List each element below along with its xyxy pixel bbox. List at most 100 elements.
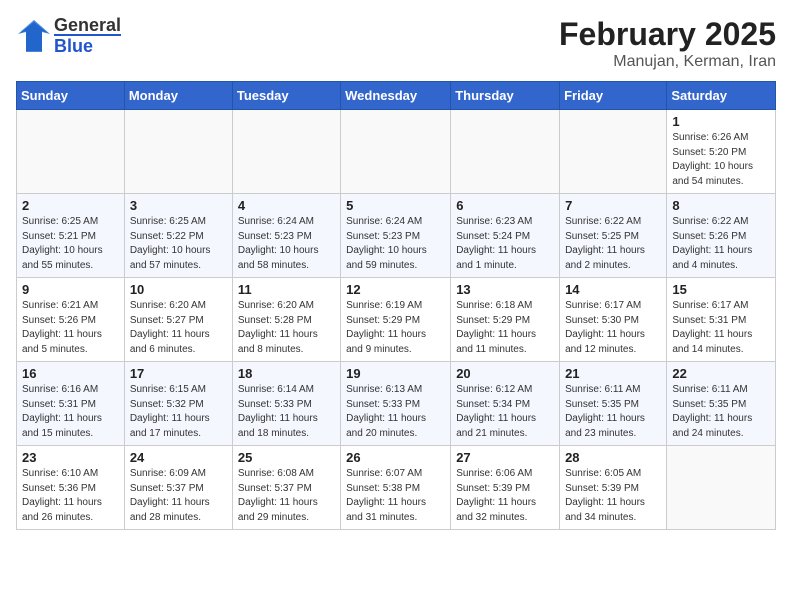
day-number: 14: [565, 282, 661, 297]
calendar-cell: 28Sunrise: 6:05 AM Sunset: 5:39 PM Dayli…: [560, 446, 667, 530]
calendar-cell: 8 Sunrise: 6:22 AM Sunset: 5:26 PM Daylig…: [667, 194, 776, 278]
calendar-cell: 27 Sunrise: 6:06 AM Sunset: 5:39 PM Dayli…: [451, 446, 560, 530]
day-info: Sunrise: 6:11 AM Sunset: 5:35 PM Dayligh…: [672, 384, 752, 439]
calendar-cell: 13Sunrise: 6:18 AM Sunset: 5:29 PM Dayli…: [451, 278, 560, 362]
calendar-cell: [124, 110, 232, 194]
calendar-cell: 4 Sunrise: 6:24 AM Sunset: 5:23 PM Daylig…: [232, 194, 340, 278]
calendar-cell: 10 Sunrise: 6:20 AM Sunset: 5:27 PM Dayli…: [124, 278, 232, 362]
day-number: 11: [238, 282, 335, 297]
day-info: Sunrise: 6:16 AM Sunset: 5:31 PM Dayligh…: [22, 384, 102, 439]
calendar-cell: 7 Sunrise: 6:22 AM Sunset: 5:25 PM Daylig…: [560, 194, 667, 278]
calendar-cell: 22 Sunrise: 6:11 AM Sunset: 5:35 PM Dayli…: [667, 362, 776, 446]
logo: General Blue: [16, 16, 121, 55]
logo-text: General Blue: [54, 16, 121, 55]
day-number: 3: [130, 198, 227, 213]
day-number: 1: [672, 114, 770, 129]
calendar-cell: 19Sunrise: 6:13 AM Sunset: 5:33 PM Dayli…: [341, 362, 451, 446]
calendar-cell: 20 Sunrise: 6:12 AM Sunset: 5:34 PM Dayli…: [451, 362, 560, 446]
weekday-header: Tuesday: [232, 82, 340, 110]
page-header: General Blue February 2025 Manujan, Kerm…: [16, 16, 776, 71]
logo-general: General: [54, 16, 121, 34]
day-number: 27: [456, 450, 554, 465]
day-number: 24: [130, 450, 227, 465]
day-number: 19: [346, 366, 445, 381]
day-info: Sunrise: 6:17 AM Sunset: 5:30 PM Dayligh…: [565, 300, 645, 355]
day-number: 22: [672, 366, 770, 381]
calendar-cell: 18Sunrise: 6:14 AM Sunset: 5:33 PM Dayli…: [232, 362, 340, 446]
day-number: 8: [672, 198, 770, 213]
weekday-header: Saturday: [667, 82, 776, 110]
day-number: 4: [238, 198, 335, 213]
day-info: Sunrise: 6:22 AM Sunset: 5:26 PM Dayligh…: [672, 216, 752, 271]
weekday-header: Monday: [124, 82, 232, 110]
calendar-cell: 23 Sunrise: 6:10 AM Sunset: 5:36 PM Dayli…: [17, 446, 125, 530]
day-info: Sunrise: 6:26 AM Sunset: 5:20 PM Dayligh…: [672, 132, 753, 187]
day-info: Sunrise: 6:07 AM Sunset: 5:38 PM Dayligh…: [346, 468, 426, 523]
calendar-week-row: 2 Sunrise: 6:25 AM Sunset: 5:21 PM Daylig…: [17, 194, 776, 278]
day-info: Sunrise: 6:11 AM Sunset: 5:35 PM Dayligh…: [565, 384, 645, 439]
day-info: Sunrise: 6:15 AM Sunset: 5:32 PM Dayligh…: [130, 384, 210, 439]
calendar-cell: 11 Sunrise: 6:20 AM Sunset: 5:28 PM Dayli…: [232, 278, 340, 362]
day-number: 28: [565, 450, 661, 465]
calendar-week-row: 1 Sunrise: 6:26 AM Sunset: 5:20 PM Daylig…: [17, 110, 776, 194]
calendar-cell: 3Sunrise: 6:25 AM Sunset: 5:22 PM Daylig…: [124, 194, 232, 278]
calendar-cell: [667, 446, 776, 530]
day-info: Sunrise: 6:20 AM Sunset: 5:28 PM Dayligh…: [238, 300, 318, 355]
page-subtitle: Manujan, Kerman, Iran: [559, 53, 776, 71]
day-info: Sunrise: 6:20 AM Sunset: 5:27 PM Dayligh…: [130, 300, 210, 355]
calendar-cell: 24Sunrise: 6:09 AM Sunset: 5:37 PM Dayli…: [124, 446, 232, 530]
calendar-cell: 26 Sunrise: 6:07 AM Sunset: 5:38 PM Dayli…: [341, 446, 451, 530]
calendar-cell: 9 Sunrise: 6:21 AM Sunset: 5:26 PM Daylig…: [17, 278, 125, 362]
logo-icon: [16, 18, 52, 54]
title-block: February 2025 Manujan, Kerman, Iran: [559, 16, 776, 71]
calendar-cell: 5 Sunrise: 6:24 AM Sunset: 5:23 PM Daylig…: [341, 194, 451, 278]
calendar-cell: 17 Sunrise: 6:15 AM Sunset: 5:32 PM Dayli…: [124, 362, 232, 446]
day-number: 6: [456, 198, 554, 213]
calendar-week-row: 23 Sunrise: 6:10 AM Sunset: 5:36 PM Dayli…: [17, 446, 776, 530]
calendar-cell: 14 Sunrise: 6:17 AM Sunset: 5:30 PM Dayli…: [560, 278, 667, 362]
calendar-cell: [560, 110, 667, 194]
day-info: Sunrise: 6:24 AM Sunset: 5:23 PM Dayligh…: [238, 216, 319, 271]
day-info: Sunrise: 6:24 AM Sunset: 5:23 PM Dayligh…: [346, 216, 427, 271]
weekday-header: Friday: [560, 82, 667, 110]
day-number: 18: [238, 366, 335, 381]
weekday-header: Wednesday: [341, 82, 451, 110]
day-info: Sunrise: 6:19 AM Sunset: 5:29 PM Dayligh…: [346, 300, 426, 355]
day-number: 7: [565, 198, 661, 213]
day-number: 20: [456, 366, 554, 381]
day-number: 23: [22, 450, 119, 465]
day-info: Sunrise: 6:17 AM Sunset: 5:31 PM Dayligh…: [672, 300, 752, 355]
weekday-header: Sunday: [17, 82, 125, 110]
day-number: 17: [130, 366, 227, 381]
day-info: Sunrise: 6:21 AM Sunset: 5:26 PM Dayligh…: [22, 300, 102, 355]
day-number: 2: [22, 198, 119, 213]
day-number: 16: [22, 366, 119, 381]
page-title: February 2025: [559, 16, 776, 53]
calendar-cell: 15 Sunrise: 6:17 AM Sunset: 5:31 PM Dayli…: [667, 278, 776, 362]
day-number: 21: [565, 366, 661, 381]
day-number: 13: [456, 282, 554, 297]
day-number: 25: [238, 450, 335, 465]
calendar-cell: 2 Sunrise: 6:25 AM Sunset: 5:21 PM Daylig…: [17, 194, 125, 278]
calendar-table: SundayMondayTuesdayWednesdayThursdayFrid…: [16, 81, 776, 530]
calendar-week-row: 9 Sunrise: 6:21 AM Sunset: 5:26 PM Daylig…: [17, 278, 776, 362]
calendar-cell: 6Sunrise: 6:23 AM Sunset: 5:24 PM Daylig…: [451, 194, 560, 278]
day-number: 26: [346, 450, 445, 465]
day-info: Sunrise: 6:12 AM Sunset: 5:34 PM Dayligh…: [456, 384, 536, 439]
day-info: Sunrise: 6:08 AM Sunset: 5:37 PM Dayligh…: [238, 468, 318, 523]
day-number: 10: [130, 282, 227, 297]
day-info: Sunrise: 6:10 AM Sunset: 5:36 PM Dayligh…: [22, 468, 102, 523]
day-number: 15: [672, 282, 770, 297]
day-number: 9: [22, 282, 119, 297]
weekday-header: Thursday: [451, 82, 560, 110]
day-number: 5: [346, 198, 445, 213]
calendar-week-row: 16 Sunrise: 6:16 AM Sunset: 5:31 PM Dayli…: [17, 362, 776, 446]
day-info: Sunrise: 6:25 AM Sunset: 5:21 PM Dayligh…: [22, 216, 103, 271]
day-info: Sunrise: 6:22 AM Sunset: 5:25 PM Dayligh…: [565, 216, 645, 271]
day-info: Sunrise: 6:06 AM Sunset: 5:39 PM Dayligh…: [456, 468, 536, 523]
logo-blue: Blue: [54, 34, 121, 55]
calendar-cell: 12Sunrise: 6:19 AM Sunset: 5:29 PM Dayli…: [341, 278, 451, 362]
calendar-cell: [341, 110, 451, 194]
calendar-header-row: SundayMondayTuesdayWednesdayThursdayFrid…: [17, 82, 776, 110]
calendar-cell: 25 Sunrise: 6:08 AM Sunset: 5:37 PM Dayli…: [232, 446, 340, 530]
